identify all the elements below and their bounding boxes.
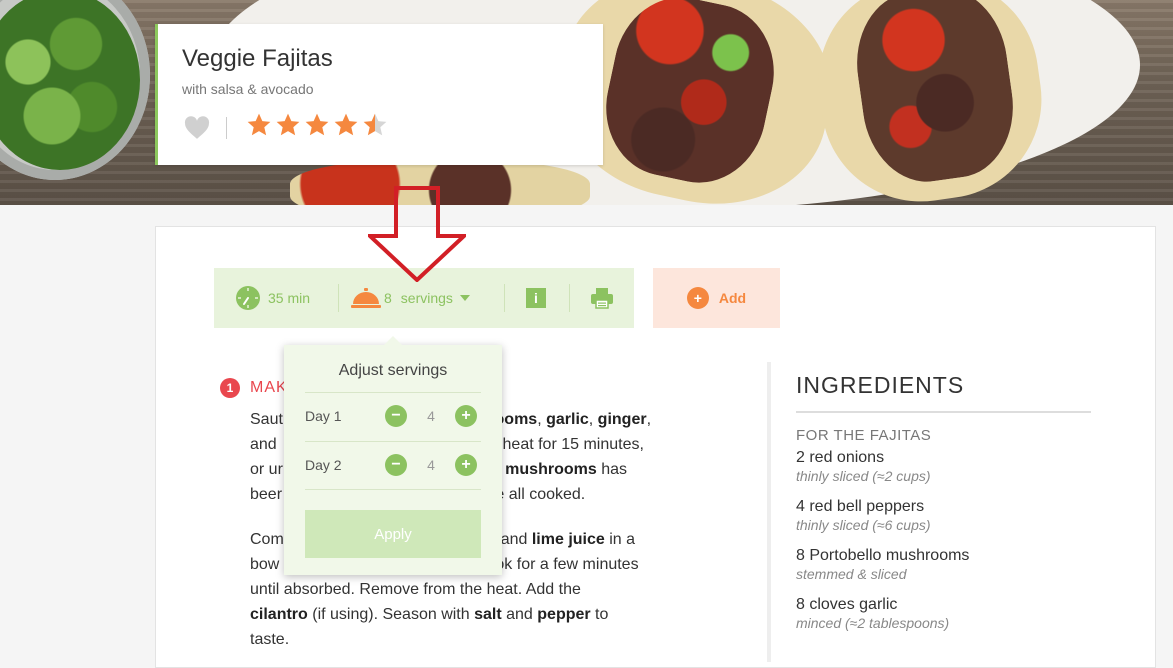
ingredients-section-title: FOR THE FAJITAS (796, 427, 932, 444)
ingredient-name: 8 cloves garlic (796, 596, 898, 613)
printer-icon (591, 288, 613, 309)
info-button[interactable]: i (526, 268, 546, 328)
ingredient-note: thinly sliced (≈6 cups) (796, 517, 931, 533)
time-info: 35 min (235, 268, 310, 328)
plus-button[interactable]: + (455, 454, 477, 476)
recipe-subtitle: with salsa & avocado (182, 81, 314, 97)
ingredient-note: minced (≈2 tablespoons) (796, 615, 950, 631)
minus-button[interactable]: − (385, 405, 407, 427)
minus-button[interactable]: − (385, 454, 407, 476)
star-icon[interactable] (246, 112, 272, 138)
heart-icon[interactable] (184, 116, 210, 140)
step-title: MAK (250, 379, 288, 396)
ingredients-panel: INGREDIENTS FOR THE FAJITAS 2 red onions… (796, 372, 1091, 631)
servings-count: 8 (384, 290, 392, 306)
ingredient-item: 2 red onions thinly sliced (≈2 cups) (796, 449, 1091, 484)
servings-row-day-1: Day 1 − 4 + (305, 401, 481, 431)
ingredients-heading: INGREDIENTS (796, 372, 1091, 413)
chevron-down-icon (459, 295, 470, 301)
half-star-icon[interactable] (362, 112, 388, 138)
servings-value[interactable]: 4 (407, 408, 455, 424)
ingredient-name: 2 red onions (796, 449, 885, 466)
ingredient-name: 8 Portobello mushrooms (796, 547, 970, 564)
ingredient-item: 4 red bell peppers thinly sliced (≈6 cup… (796, 498, 1091, 533)
day-label: Day 1 (305, 408, 342, 424)
plus-button[interactable]: + (455, 405, 477, 427)
recipe-title-card: Veggie Fajitas with salsa & avocado (155, 24, 603, 165)
column-divider (767, 362, 771, 662)
ingredient-item: 8 cloves garlic minced (≈2 tablespoons) (796, 596, 1091, 631)
day-label: Day 2 (305, 457, 342, 473)
divider (226, 117, 227, 139)
step-number: 1 (220, 378, 240, 398)
star-icon[interactable] (333, 112, 359, 138)
star-rating[interactable] (246, 112, 388, 138)
add-button[interactable]: + Add (653, 268, 780, 328)
ingredient-item: 8 Portobello mushrooms stemmed & sliced (796, 547, 1091, 582)
cook-time: 35 min (268, 290, 311, 306)
star-icon[interactable] (304, 112, 330, 138)
print-button[interactable] (590, 268, 614, 328)
down-arrow-annotation (368, 186, 466, 282)
adjust-servings-popup: Adjust servings Day 1 − 4 + Day 2 − 4 + … (284, 336, 502, 575)
servings-value[interactable]: 4 (407, 457, 455, 473)
plus-icon: + (686, 287, 709, 309)
apply-button[interactable]: Apply (305, 510, 481, 558)
popup-title: Adjust servings (338, 362, 448, 379)
clock-icon (236, 286, 260, 310)
servings-row-day-2: Day 2 − 4 + (305, 450, 481, 480)
ingredient-note: thinly sliced (≈2 cups) (796, 468, 931, 484)
ingredient-name: 4 red bell peppers (796, 498, 925, 515)
recipe-title: Veggie Fajitas (182, 45, 333, 72)
ingredient-note: stemmed & sliced (796, 566, 907, 582)
add-button-label: Add (718, 290, 747, 306)
info-icon: i (526, 288, 546, 308)
cloche-icon (351, 288, 381, 308)
star-icon[interactable] (275, 112, 301, 138)
servings-label: servings (400, 290, 453, 306)
